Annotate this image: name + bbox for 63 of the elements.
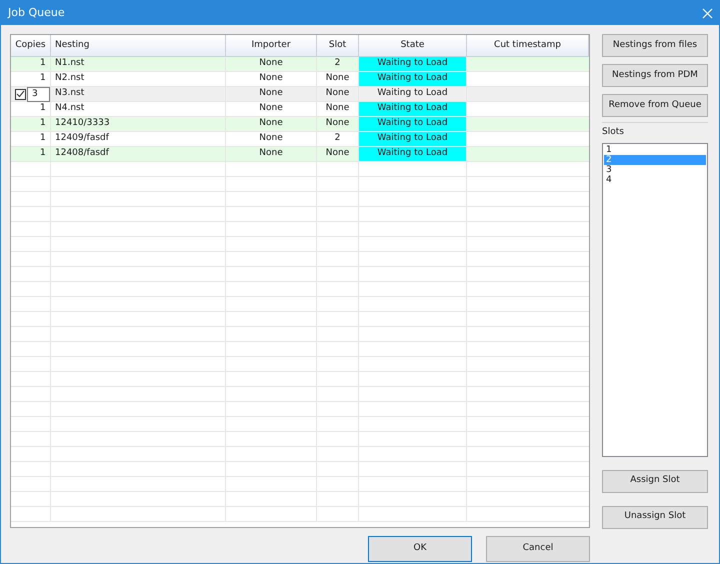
state-cell: Waiting to Load	[359, 132, 467, 146]
slot-item[interactable]: 3	[604, 164, 706, 174]
table-row[interactable]: 1 N4.nst None None Waiting to Load	[11, 102, 589, 117]
table-cell-text: None	[259, 87, 283, 100]
table-row[interactable]: 1 N2.nst None None Waiting to Load	[11, 72, 589, 87]
state-cell: Waiting to Load	[359, 87, 467, 101]
queue-button[interactable]: Nestings from files	[602, 34, 708, 57]
column-header[interactable]: Nesting	[51, 35, 226, 56]
table-cell-text: None	[326, 102, 350, 116]
queue-button[interactable]: Remove from Queue	[602, 94, 708, 117]
table-cell-text: 1	[40, 132, 46, 146]
check-icon	[16, 90, 25, 98]
table-cell-text: 1	[40, 147, 46, 160]
state-cell: Waiting to Load	[359, 147, 467, 161]
table-cell-text: None	[259, 147, 283, 160]
state-cell: Waiting to Load	[359, 102, 467, 116]
table-cell-text: None	[259, 102, 283, 116]
table-cell-text: 2	[334, 132, 340, 146]
table-cell-text: None	[326, 117, 350, 130]
slot-item[interactable]: 1	[604, 144, 706, 154]
table-row[interactable]: 1 12410/3333 None None Waiting to Load	[11, 117, 589, 132]
copies-input[interactable]: 3	[27, 86, 50, 102]
window-title: Job Queue	[8, 4, 65, 21]
table-row[interactable]: 3 N3.nst None None Waiting to Load	[11, 87, 589, 102]
slot-button[interactable]: Assign Slot	[602, 470, 708, 492]
state-cell: Waiting to Load	[359, 72, 467, 86]
column-header[interactable]: Copies	[11, 35, 51, 56]
table-cell-text: 12408/fasdf	[55, 147, 109, 160]
close-icon[interactable]	[702, 8, 713, 18]
row-checkbox[interactable]	[15, 88, 26, 100]
table-cell-text: 12409/fasdf	[55, 132, 109, 146]
table-cell-text: None	[326, 87, 350, 100]
column-header[interactable]: Cut timestamp	[467, 35, 589, 56]
table-cell-text: 1	[40, 117, 46, 130]
slot-item[interactable]: 4	[604, 174, 706, 184]
table-row[interactable]: 1 12408/fasdf None None Waiting to Load	[11, 147, 589, 162]
table-cell-text: 1	[40, 72, 46, 86]
table-cell-text: 2	[334, 57, 340, 70]
table-cell-text: 1	[40, 102, 46, 116]
table-cell-text: N3.nst	[55, 87, 84, 100]
table-cell-text: N1.nst	[55, 57, 84, 70]
dialog-button[interactable]: OK	[368, 536, 472, 562]
slot-button[interactable]: Unassign Slot	[602, 506, 708, 528]
table-cell-text: N2.nst	[55, 72, 84, 86]
column-header[interactable]: Slot	[317, 35, 359, 56]
column-header[interactable]: Importer	[226, 35, 317, 56]
table-cell-text: None	[326, 147, 350, 160]
state-cell: Waiting to Load	[359, 57, 467, 71]
table-row[interactable]: 1 12409/fasdf None 2 Waiting to Load	[11, 132, 589, 147]
queue-button[interactable]: Nestings from PDM	[602, 64, 708, 87]
table-cell-text: 1	[40, 57, 46, 70]
table-cell-text: None	[259, 57, 283, 70]
table-cell-text: N4.nst	[55, 102, 84, 116]
slots-label: Slots	[602, 126, 625, 139]
state-cell: Waiting to Load	[359, 117, 467, 131]
table-cell-text: 12410/3333	[55, 117, 110, 130]
table-row[interactable]: 1 N1.nst None 2 Waiting to Load	[11, 57, 589, 72]
table-cell-text: None	[259, 117, 283, 130]
table-cell-text: None	[326, 72, 350, 86]
table-cell-text: None	[259, 72, 283, 86]
column-header[interactable]: State	[359, 35, 467, 56]
dialog-button[interactable]: Cancel	[486, 536, 590, 562]
table-cell-text: None	[259, 132, 283, 146]
